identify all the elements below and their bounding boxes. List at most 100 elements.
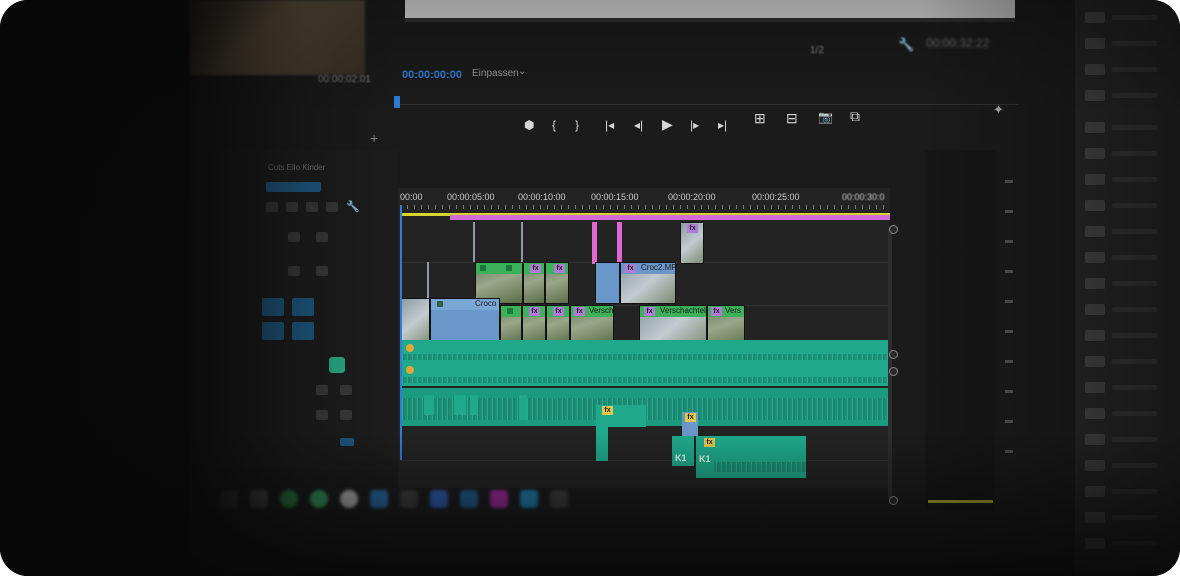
panel-item[interactable] [1112, 281, 1157, 286]
add-icon[interactable]: + [370, 130, 378, 146]
app-icon[interactable] [310, 490, 328, 508]
video-clip[interactable] [400, 298, 430, 346]
solo-button[interactable] [316, 410, 328, 420]
add-marker-toggle[interactable] [306, 202, 318, 212]
audio-clip[interactable]: fx [596, 405, 646, 427]
compare-view-button[interactable]: ⧉ [850, 108, 860, 125]
mark-in-button[interactable]: { [552, 118, 556, 132]
panel-icon[interactable] [1085, 460, 1105, 471]
clip-edge[interactable] [427, 262, 429, 302]
video-clip[interactable] [595, 262, 620, 304]
video-clip[interactable]: fx [522, 305, 546, 345]
go-to-in-button[interactable]: |◂ [605, 118, 614, 132]
app-icon[interactable] [250, 490, 268, 508]
mark-out-button[interactable]: } [575, 118, 579, 132]
panel-icon[interactable] [1085, 538, 1105, 549]
app-icon[interactable] [400, 490, 418, 508]
resolution-dropdown[interactable]: 1/2 [810, 45, 824, 56]
app-icon[interactable] [490, 490, 508, 508]
app-icon[interactable] [370, 490, 388, 508]
panel-icon[interactable] [1085, 408, 1105, 419]
audio-clip[interactable] [400, 340, 888, 362]
panel-item[interactable] [1112, 333, 1157, 338]
eye-icon[interactable] [316, 232, 328, 242]
panel-item[interactable] [1112, 229, 1157, 234]
panel-item[interactable] [1112, 203, 1157, 208]
video-clip[interactable]: fx [545, 262, 569, 304]
timeline-scrollbar[interactable] [888, 228, 892, 498]
audio-clip[interactable] [596, 425, 608, 461]
panel-item[interactable] [1112, 67, 1157, 72]
program-playhead[interactable] [394, 96, 400, 108]
wrench-icon[interactable]: 🔧 [346, 200, 360, 213]
app-icon[interactable] [550, 490, 568, 508]
video-clip[interactable] [500, 305, 522, 345]
app-icon[interactable] [220, 490, 238, 508]
chevron-down-icon[interactable]: ⌄ [518, 66, 526, 77]
panel-icon[interactable] [1085, 252, 1105, 263]
scroll-handle[interactable] [889, 350, 898, 359]
snap-toggle[interactable] [266, 202, 278, 212]
panel-item[interactable] [1112, 515, 1157, 520]
panel-icon[interactable] [1085, 64, 1105, 75]
video-clip[interactable]: Croco [430, 298, 500, 346]
linked-selection-toggle[interactable] [286, 202, 298, 212]
timecode-field[interactable] [266, 182, 321, 192]
panel-icon[interactable] [1085, 434, 1105, 445]
panel-icon[interactable] [1085, 90, 1105, 101]
adjustment-clip[interactable] [592, 222, 597, 264]
eye-icon[interactable] [316, 266, 328, 276]
track-volume[interactable] [340, 438, 354, 446]
panel-icon[interactable] [1085, 174, 1105, 185]
audio-clip[interactable]: fx [682, 412, 698, 436]
app-icon[interactable] [460, 490, 478, 508]
panel-item[interactable] [1112, 489, 1157, 494]
panel-icon[interactable] [1085, 512, 1105, 523]
panel-item[interactable] [1112, 41, 1157, 46]
audio-clip[interactable] [424, 395, 434, 415]
solo-button[interactable] [316, 385, 328, 395]
panel-icon[interactable] [1085, 278, 1105, 289]
overwrite-button[interactable]: ⊟ [786, 110, 798, 127]
panel-item[interactable] [1112, 15, 1157, 20]
panel-item[interactable] [1112, 541, 1157, 546]
panel-item[interactable] [1112, 307, 1157, 312]
sequence-tab[interactable]: Cuts Ello Kinder [268, 163, 325, 172]
audio-clip[interactable] [400, 362, 888, 386]
panel-item[interactable] [1112, 437, 1157, 442]
lock-icon[interactable] [288, 266, 300, 276]
video-clip[interactable]: fx Croc2.MP [620, 262, 676, 304]
audio-clip[interactable] [454, 395, 466, 415]
app-icon[interactable] [280, 490, 298, 508]
panel-icon[interactable] [1085, 356, 1105, 367]
panel-icon[interactable] [1085, 38, 1105, 49]
video-clip[interactable]: fx [546, 305, 570, 345]
program-scrubber[interactable] [398, 104, 1018, 105]
panel-item[interactable] [1112, 125, 1157, 130]
mic-icon[interactable] [340, 410, 352, 420]
scroll-handle[interactable] [889, 225, 898, 234]
panel-item[interactable] [1112, 177, 1157, 182]
panel-icon[interactable] [1085, 486, 1105, 497]
track-target-a1[interactable] [262, 322, 284, 340]
go-to-out-button[interactable]: ▸| [718, 118, 727, 132]
mute-button[interactable] [329, 357, 345, 373]
panel-icon[interactable] [1085, 122, 1105, 133]
panel-item[interactable] [1112, 359, 1157, 364]
panel-menu-icon[interactable]: ✦ [993, 102, 1004, 118]
panel-item[interactable] [1112, 411, 1157, 416]
panel-icon[interactable] [1085, 304, 1105, 315]
fit-dropdown[interactable]: Einpassen [472, 68, 519, 79]
clip-edge[interactable] [473, 222, 475, 262]
panel-icon[interactable] [1085, 226, 1105, 237]
wrench-icon[interactable]: 🔧 [898, 37, 914, 53]
video-clip[interactable]: fx [523, 262, 545, 304]
time-ruler[interactable] [400, 205, 890, 209]
scroll-handle[interactable] [889, 367, 898, 376]
panel-icon[interactable] [1085, 148, 1105, 159]
audio-clip[interactable] [519, 395, 527, 420]
panel-item[interactable] [1112, 463, 1157, 468]
mic-icon[interactable] [340, 385, 352, 395]
panel-icon[interactable] [1085, 330, 1105, 341]
panel-item[interactable] [1112, 93, 1157, 98]
